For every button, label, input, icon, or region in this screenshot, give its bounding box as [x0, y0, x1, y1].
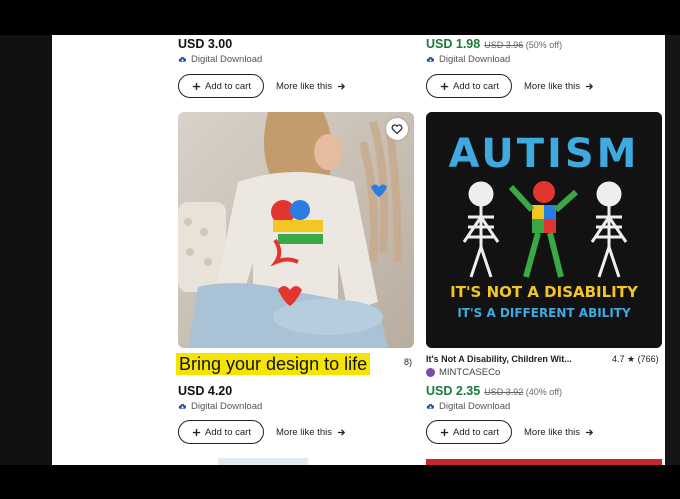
original-price: USD 3.92: [484, 387, 524, 397]
cart-plus-icon: [440, 82, 449, 90]
cart-plus-icon: [192, 428, 201, 436]
listing-rating: 4.7 ★ (766): [612, 354, 659, 364]
heart-icon: [391, 124, 403, 135]
digital-download-text: Digital Download: [191, 54, 263, 65]
rating-fragment: 8): [404, 357, 413, 367]
bottom-letterbox: [0, 465, 680, 499]
digital-download-label: Digital Download: [426, 54, 510, 65]
seller-line[interactable]: MINTCASECo: [426, 367, 500, 378]
digital-download-text: Digital Download: [439, 54, 511, 65]
listing-image-autism-design[interactable]: AUTISM IT'S NOT A DISABILITY IT'S A DIFF…: [426, 112, 662, 348]
autism-design-artwork: AUTISM IT'S NOT A DISABILITY IT'S A DIFF…: [426, 112, 662, 348]
digital-download-label: Digital Download: [178, 401, 262, 412]
cloud-download-icon: [426, 403, 435, 409]
digital-download-text: Digital Download: [439, 401, 511, 412]
arrow-right-icon: [337, 83, 346, 90]
digital-download-label: Digital Download: [426, 401, 510, 412]
add-to-cart-label: Add to cart: [205, 426, 251, 438]
more-like-this-link[interactable]: More like this: [524, 427, 594, 438]
add-to-cart-button[interactable]: Add to cart: [426, 74, 512, 98]
arrow-right-icon: [337, 429, 346, 436]
sale-price: USD 1.98: [426, 37, 481, 51]
more-like-this-link[interactable]: More like this: [276, 427, 346, 438]
original-price-group: USD 3.92 (40% off): [484, 387, 562, 397]
add-to-cart-label: Add to cart: [453, 80, 499, 92]
original-price: USD 3.96: [484, 40, 524, 50]
left-dark-panel: [0, 35, 52, 465]
cart-plus-icon: [192, 82, 201, 90]
add-to-cart-button[interactable]: Add to cart: [426, 420, 512, 444]
next-listing-image-peek: [426, 459, 662, 465]
more-like-this-label: More like this: [524, 81, 580, 92]
cloud-download-icon: [178, 403, 187, 409]
video-caption: Bring your design to life: [176, 353, 371, 375]
favorite-button[interactable]: [386, 118, 408, 140]
listing-image-sweatshirt[interactable]: [178, 112, 414, 348]
seller-name: MINTCASECo: [439, 367, 501, 378]
digital-download-text: Digital Download: [191, 401, 263, 412]
listing-sale-price: USD 1.98 USD 3.96 (50% off): [426, 37, 562, 51]
listing-sale-price: USD 2.35 USD 3.92 (40% off): [426, 384, 562, 398]
more-like-this-link[interactable]: More like this: [524, 81, 594, 92]
cart-plus-icon: [440, 428, 449, 436]
add-to-cart-label: Add to cart: [453, 426, 499, 438]
listing-grid: USD 3.00 Digital Download Add to cart Mo…: [52, 35, 665, 465]
add-to-cart-button[interactable]: Add to cart: [178, 420, 264, 444]
arrow-right-icon: [585, 83, 594, 90]
right-scroll-area: [665, 35, 680, 465]
discount-label: (50% off): [525, 40, 563, 50]
cloud-download-icon: [426, 56, 435, 62]
discount-label: (40% off): [525, 387, 563, 397]
star-seller-icon: [426, 368, 435, 377]
more-like-this-label: More like this: [524, 427, 580, 438]
cloud-download-icon: [178, 56, 187, 62]
design-line-2: IT'S A DIFFERENT ABILITY: [457, 306, 631, 320]
design-line-1: IT'S NOT A DISABILITY: [450, 283, 639, 301]
listing-price: USD 3.00: [178, 37, 233, 51]
add-to-cart-label: Add to cart: [205, 80, 251, 92]
more-like-this-label: More like this: [276, 81, 332, 92]
add-to-cart-button[interactable]: Add to cart: [178, 74, 264, 98]
digital-download-label: Digital Download: [178, 54, 262, 65]
original-price-group: USD 3.96 (50% off): [484, 40, 562, 50]
more-like-this-label: More like this: [276, 427, 332, 438]
sweatshirt-model-photo: [178, 112, 414, 348]
arrow-right-icon: [585, 429, 594, 436]
sale-price: USD 2.35: [426, 384, 481, 398]
top-letterbox: [0, 0, 680, 35]
next-listing-image-peek: [218, 458, 308, 465]
design-headline: AUTISM: [449, 131, 640, 177]
more-like-this-link[interactable]: More like this: [276, 81, 346, 92]
listing-price: USD 4.20: [178, 384, 233, 398]
listing-title[interactable]: It's Not A Disability, Children Wit...: [426, 354, 572, 364]
